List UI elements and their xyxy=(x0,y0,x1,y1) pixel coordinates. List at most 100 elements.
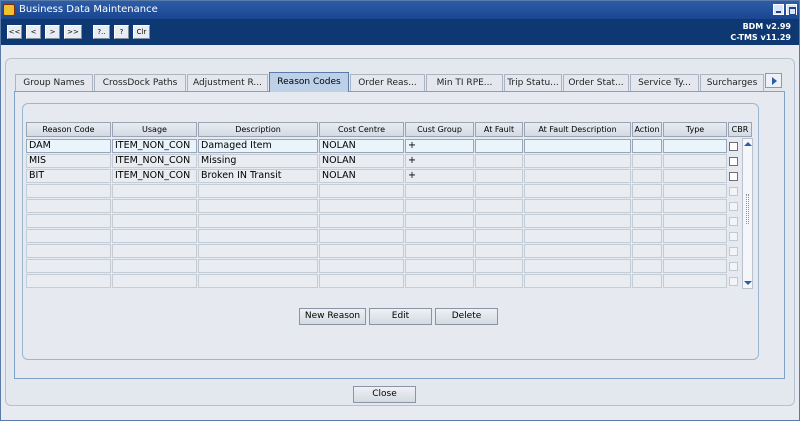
table-scrollbar[interactable] xyxy=(742,138,753,289)
empty-cell[interactable] xyxy=(405,244,474,258)
empty-cell[interactable] xyxy=(524,214,631,228)
empty-cell[interactable] xyxy=(524,259,631,273)
cost-centre-cell[interactable]: NOLAN xyxy=(319,154,404,168)
empty-cell[interactable] xyxy=(475,214,523,228)
tab-min-ti-rpe[interactable]: Min TI RPE... xyxy=(426,74,503,91)
usage-cell[interactable]: ITEM_NON_CON xyxy=(112,139,197,153)
empty-cell[interactable] xyxy=(319,199,404,213)
cbr-checkbox[interactable] xyxy=(729,232,738,241)
at-fault-description-cell[interactable] xyxy=(524,169,631,183)
reason-code-cell[interactable]: MIS xyxy=(26,154,111,168)
tab-reason-codes[interactable]: Reason Codes xyxy=(269,72,349,92)
empty-cell[interactable] xyxy=(112,184,197,198)
scroll-down-icon[interactable] xyxy=(744,281,752,285)
empty-cell[interactable] xyxy=(198,244,318,258)
cbr-checkbox[interactable] xyxy=(729,217,738,226)
type-cell[interactable] xyxy=(663,139,727,153)
empty-cell[interactable] xyxy=(319,229,404,243)
empty-cell[interactable] xyxy=(475,259,523,273)
cbr-checkbox[interactable] xyxy=(729,172,738,181)
cbr-checkbox[interactable] xyxy=(729,277,738,286)
empty-cell[interactable] xyxy=(198,214,318,228)
empty-cell[interactable] xyxy=(475,184,523,198)
empty-cell[interactable] xyxy=(112,274,197,288)
description-cell[interactable]: Damaged Item xyxy=(198,139,318,153)
cost-centre-cell[interactable]: NOLAN xyxy=(319,139,404,153)
empty-cell[interactable] xyxy=(663,184,727,198)
empty-cell[interactable] xyxy=(405,274,474,288)
description-cell[interactable]: Broken IN Transit xyxy=(198,169,318,183)
tab-adjustment-reasons[interactable]: Adjustment R... xyxy=(187,74,268,91)
empty-cell[interactable] xyxy=(632,214,662,228)
empty-cell[interactable] xyxy=(319,244,404,258)
cbr-checkbox[interactable] xyxy=(729,157,738,166)
reason-code-cell[interactable]: DAM xyxy=(26,139,111,153)
list-values-button[interactable]: ?.. xyxy=(93,25,110,39)
scroll-up-icon[interactable] xyxy=(744,142,752,146)
previous-record-button[interactable]: < xyxy=(26,25,41,39)
type-cell[interactable] xyxy=(663,154,727,168)
empty-cell[interactable] xyxy=(524,199,631,213)
scroll-grip-icon[interactable] xyxy=(746,194,749,224)
empty-cell[interactable] xyxy=(405,199,474,213)
last-record-button[interactable]: >> xyxy=(64,25,82,39)
tab-order-status[interactable]: Order Stat... xyxy=(563,74,629,91)
at-fault-cell[interactable] xyxy=(475,139,523,153)
empty-cell[interactable] xyxy=(632,274,662,288)
next-record-button[interactable]: > xyxy=(45,25,60,39)
empty-cell[interactable] xyxy=(26,274,111,288)
empty-cell[interactable] xyxy=(405,184,474,198)
at-fault-description-cell[interactable] xyxy=(524,139,631,153)
empty-cell[interactable] xyxy=(26,259,111,273)
help-button[interactable]: ? xyxy=(114,25,129,39)
action-cell[interactable] xyxy=(632,139,662,153)
empty-cell[interactable] xyxy=(663,199,727,213)
empty-cell[interactable] xyxy=(524,184,631,198)
empty-cell[interactable] xyxy=(663,259,727,273)
empty-cell[interactable] xyxy=(632,184,662,198)
empty-cell[interactable] xyxy=(319,184,404,198)
empty-cell[interactable] xyxy=(26,184,111,198)
empty-cell[interactable] xyxy=(663,244,727,258)
empty-cell[interactable] xyxy=(524,229,631,243)
at-fault-description-cell[interactable] xyxy=(524,154,631,168)
empty-cell[interactable] xyxy=(112,244,197,258)
tab-surcharges[interactable]: Surcharges xyxy=(700,74,764,91)
empty-cell[interactable] xyxy=(524,244,631,258)
cbr-checkbox[interactable] xyxy=(729,187,738,196)
empty-cell[interactable] xyxy=(198,184,318,198)
tab-service-types[interactable]: Service Ty... xyxy=(630,74,699,91)
empty-cell[interactable] xyxy=(663,214,727,228)
usage-cell[interactable]: ITEM_NON_CON xyxy=(112,169,197,183)
edit-button[interactable]: Edit xyxy=(369,308,432,325)
tab-group-names[interactable]: Group Names xyxy=(15,74,93,91)
cbr-checkbox[interactable] xyxy=(729,202,738,211)
minimize-icon[interactable] xyxy=(773,4,784,15)
empty-cell[interactable] xyxy=(632,229,662,243)
description-cell[interactable]: Missing xyxy=(198,154,318,168)
empty-cell[interactable] xyxy=(663,229,727,243)
cbr-checkbox[interactable] xyxy=(729,247,738,256)
empty-cell[interactable] xyxy=(632,259,662,273)
empty-cell[interactable] xyxy=(112,199,197,213)
empty-cell[interactable] xyxy=(405,259,474,273)
empty-cell[interactable] xyxy=(112,214,197,228)
tab-scroll-right-icon[interactable] xyxy=(765,73,782,88)
empty-cell[interactable] xyxy=(198,259,318,273)
type-cell[interactable] xyxy=(663,169,727,183)
empty-cell[interactable] xyxy=(475,199,523,213)
usage-cell[interactable]: ITEM_NON_CON xyxy=(112,154,197,168)
empty-cell[interactable] xyxy=(475,229,523,243)
empty-cell[interactable] xyxy=(26,199,111,213)
empty-cell[interactable] xyxy=(26,214,111,228)
action-cell[interactable] xyxy=(632,169,662,183)
cust-group-cell[interactable]: + xyxy=(405,139,474,153)
empty-cell[interactable] xyxy=(475,274,523,288)
empty-cell[interactable] xyxy=(198,229,318,243)
tab-crossdock-paths[interactable]: CrossDock Paths xyxy=(94,74,186,91)
empty-cell[interactable] xyxy=(632,199,662,213)
cost-centre-cell[interactable]: NOLAN xyxy=(319,169,404,183)
empty-cell[interactable] xyxy=(319,259,404,273)
cust-group-cell[interactable]: + xyxy=(405,169,474,183)
delete-button[interactable]: Delete xyxy=(435,308,498,325)
